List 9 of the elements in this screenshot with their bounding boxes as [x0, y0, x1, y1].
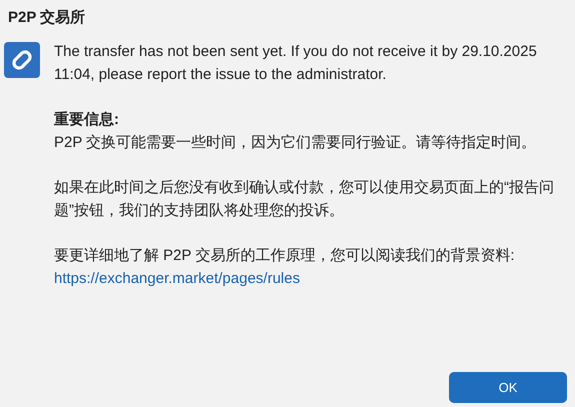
- dialog-title: P2P 交易所: [8, 8, 86, 28]
- message-text: The transfer has not been sent yet. If you do not receive it by 29.10.2025 11:04, please report the issue to the administrator.: [54, 42, 538, 85]
- link-icon: [4, 42, 40, 78]
- message-text: P2P 交换可能需要一些时间，因为它们需要同行验证。请等待指定时间。: [54, 133, 538, 153]
- message-text: 如果在此时间之后您没有收到确认或付款，您可以使用交易页面上的“报告问题”按钮，我们的支持团队将处理您的投诉。: [54, 178, 555, 221]
- message-text: 要更详细地了解 P2P 交易所的工作原理，您可以阅读我们的背景资料:: [54, 246, 516, 266]
- ok-button[interactable]: OK: [449, 372, 567, 403]
- rules-link[interactable]: https://exchanger.market/pages/rules: [54, 270, 300, 287]
- section-heading: 重要信息:: [54, 110, 120, 130]
